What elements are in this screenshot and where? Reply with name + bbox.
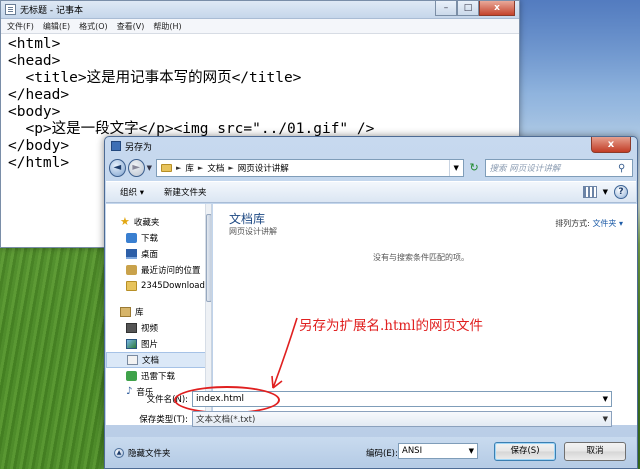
folder-icon: [161, 164, 173, 172]
sidebar-item-desktop[interactable]: 桌面: [106, 246, 211, 262]
grass-field: [0, 248, 110, 469]
menu-help[interactable]: 帮助(H): [153, 21, 181, 32]
code-line: <head>: [8, 53, 61, 69]
filetype-select[interactable]: 文本文档(*.txt) ▼: [192, 411, 612, 427]
sidebar-item-videos[interactable]: 视频: [106, 320, 211, 336]
menu-format[interactable]: 格式(O): [79, 21, 108, 32]
encoding-label: 编码(E):: [366, 449, 398, 459]
breadcrumb-library[interactable]: 库: [185, 162, 194, 174]
view-chevron-down-icon[interactable]: ▼: [603, 188, 608, 196]
command-toolbar: 组织 ▾ 新建文件夹 ▼ ?: [106, 181, 636, 203]
filetype-chevron-down-icon[interactable]: ▼: [603, 415, 611, 423]
sidebar-item-2345downloads[interactable]: 2345Downloads: [106, 278, 211, 294]
annotation-ellipse: [174, 386, 280, 414]
library-title: 文档库: [229, 212, 266, 226]
notepad-menubar: 文件(F) 编辑(E) 格式(O) 查看(V) 帮助(H): [1, 19, 519, 34]
breadcrumb-current-folder[interactable]: 网页设计讲解: [238, 162, 289, 174]
library-subtitle: 网页设计讲解: [229, 227, 277, 236]
search-placeholder: 搜索 网页设计讲解: [489, 164, 561, 174]
breadcrumb-separator-icon: ►: [228, 164, 234, 172]
notepad-app-icon: [5, 4, 16, 15]
refresh-icon[interactable]: ↻: [467, 159, 482, 177]
menu-view[interactable]: 查看(V): [117, 21, 145, 32]
sidebar-libraries-header[interactable]: 库: [106, 304, 211, 320]
sidebar-item-recent-places[interactable]: 最近访问的位置: [106, 262, 211, 278]
organize-button[interactable]: 组织 ▾: [120, 186, 144, 198]
sidebar-item-pictures[interactable]: 图片: [106, 336, 211, 352]
close-button[interactable]: x: [479, 1, 515, 16]
sidebar-item-downloads[interactable]: 下载: [106, 230, 211, 246]
encoding-chevron-down-icon[interactable]: ▼: [469, 447, 477, 455]
download-folder-icon: [126, 233, 137, 243]
arrange-by-label: 排列方式:: [555, 219, 590, 228]
search-icon: ⚲: [618, 162, 626, 174]
notepad-titlebar[interactable]: 无标题 - 记事本 – □ x: [1, 1, 519, 19]
search-input[interactable]: 搜索 网页设计讲解 ⚲: [484, 159, 634, 177]
hide-folders-toggle[interactable]: ▲ 隐藏文件夹: [114, 447, 171, 459]
desktop-icon: [126, 249, 137, 259]
new-folder-button[interactable]: 新建文件夹: [164, 186, 207, 198]
menu-edit[interactable]: 编辑(E): [43, 21, 70, 32]
breadcrumb-documents[interactable]: 文档: [207, 162, 224, 174]
filetype-label: 保存类型(T):: [139, 415, 188, 425]
folder-icon: [126, 281, 137, 291]
arrange-by-value[interactable]: 文件夹 ▾: [592, 219, 623, 228]
dialog-footer: ▲ 隐藏文件夹 编码(E): ANSI ▼ 保存(S) 取消: [106, 437, 636, 467]
breadcrumb-separator-icon: ►: [176, 164, 182, 172]
hide-folders-label: 隐藏文件夹: [128, 449, 171, 459]
annotation-text: 另存为扩展名.html的网页文件: [299, 318, 484, 334]
recent-places-icon: [126, 265, 137, 275]
back-arrow-icon[interactable]: ◄: [109, 159, 126, 177]
sidebar-favorites-header[interactable]: ★ 收藏夹: [106, 214, 211, 230]
save-button[interactable]: 保存(S): [494, 442, 556, 461]
address-row: ◄ ► ▼ ► 库 ► 文档 ► 网页设计讲解 ▼ ↻ 搜索 网页设计讲解 ⚲: [109, 157, 634, 179]
video-library-icon: [126, 323, 137, 333]
forward-arrow-icon[interactable]: ►: [127, 159, 145, 177]
code-line: <body>: [8, 104, 61, 120]
sidebar-item-documents[interactable]: 文档: [106, 352, 211, 368]
dialog-close-button[interactable]: x: [591, 137, 631, 153]
cancel-button[interactable]: 取消: [564, 442, 626, 461]
code-line: </head>: [8, 87, 70, 103]
notepad-title: 无标题 - 记事本: [20, 6, 83, 16]
dialog-app-icon: [111, 141, 121, 151]
sidebar-item-thunder-downloads[interactable]: 迅雷下载: [106, 368, 211, 384]
recent-locations-chevron-icon[interactable]: ▼: [147, 164, 152, 172]
menu-file[interactable]: 文件(F): [7, 21, 34, 32]
dialog-titlebar[interactable]: 另存为: [105, 137, 637, 155]
address-dropdown-chevron-icon[interactable]: ▼: [448, 160, 463, 176]
chevron-up-icon: ▲: [114, 448, 124, 458]
empty-search-message: 没有与搜索条件匹配的项。: [373, 253, 469, 262]
notepad-window-controls: – □ x: [435, 1, 515, 16]
breadcrumb-separator-icon: ►: [197, 164, 204, 172]
arrange-by[interactable]: 排列方式: 文件夹 ▾: [555, 218, 623, 229]
save-as-dialog: 另存为 x ◄ ► ▼ ► 库 ► 文档 ► 网页设计讲解 ▼ ↻ 搜索 网页设…: [104, 136, 638, 469]
dialog-title: 另存为: [125, 142, 153, 153]
pictures-library-icon: [126, 339, 137, 349]
scrollbar-thumb[interactable]: [206, 214, 211, 302]
documents-library-icon: [127, 355, 138, 365]
star-icon: ★: [120, 215, 130, 228]
change-view-icon[interactable]: [582, 186, 597, 198]
help-icon[interactable]: ?: [614, 185, 628, 199]
library-icon: [120, 307, 131, 317]
maximize-button[interactable]: □: [457, 1, 479, 16]
thunder-download-icon: [126, 371, 137, 381]
encoding-select[interactable]: ANSI ▼: [398, 443, 478, 459]
code-line: <title>这是用记事本写的网页</title>: [8, 70, 302, 86]
address-bar[interactable]: ► 库 ► 文档 ► 网页设计讲解 ▼: [156, 159, 464, 177]
filename-chevron-down-icon[interactable]: ▼: [603, 395, 611, 403]
filetype-value: 文本文档(*.txt): [196, 415, 256, 425]
code-line: <html>: [8, 36, 61, 52]
encoding-value: ANSI: [402, 446, 423, 456]
minimize-button[interactable]: –: [435, 1, 457, 16]
